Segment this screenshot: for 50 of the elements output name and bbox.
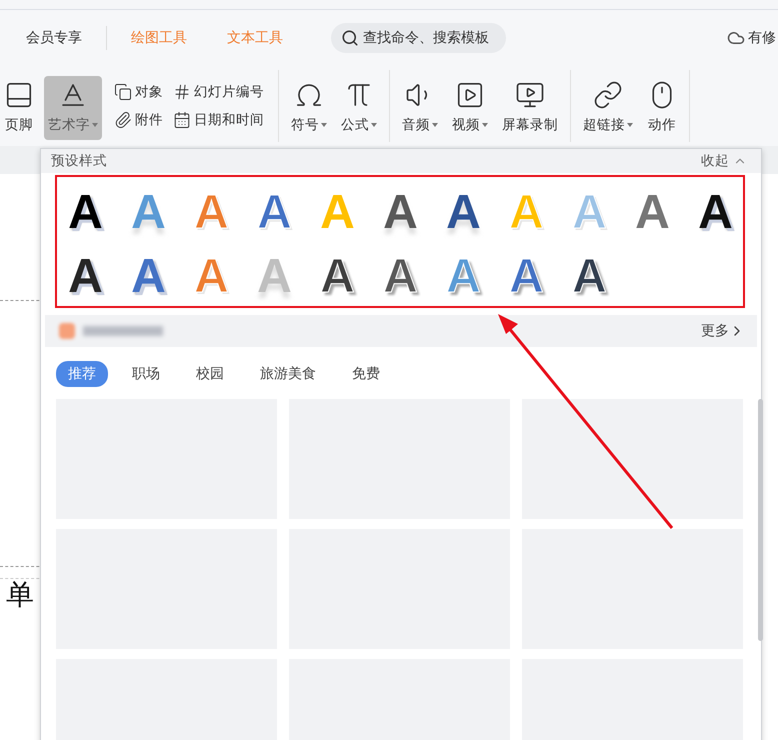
wordart-style[interactable]: A <box>630 187 676 243</box>
search-icon <box>341 29 359 47</box>
ribbon-button[interactable]: 日期和时间 <box>173 111 264 129</box>
wordart-style[interactable]: A <box>692 187 738 243</box>
ribbon-button[interactable]: 超链接 <box>579 76 637 140</box>
monitor-icon <box>515 80 545 110</box>
caret-icon <box>432 123 438 127</box>
caret-icon <box>371 123 377 127</box>
template-card[interactable] <box>522 529 743 649</box>
caret-icon <box>482 123 488 127</box>
ribbon-button[interactable]: 幻灯片编号 <box>173 83 264 101</box>
category-tab[interactable]: 旅游美食 <box>248 361 328 387</box>
more-link[interactable]: 更多 <box>701 322 745 340</box>
search-field[interactable]: 查找命令、搜索模板 <box>331 23 506 53</box>
template-card[interactable] <box>522 399 743 519</box>
wordart-style[interactable]: A <box>62 187 108 243</box>
collapse-link[interactable]: 收起 <box>701 152 747 170</box>
category-tab[interactable]: 校园 <box>184 361 236 387</box>
ribbon-button[interactable]: 视频 <box>448 76 492 140</box>
category-tab[interactable]: 职场 <box>120 361 172 387</box>
slide-text: 单 <box>6 579 34 611</box>
caret-icon <box>92 123 98 127</box>
ribbon-button[interactable]: 页脚 <box>0 76 38 140</box>
footer-icon <box>4 80 34 110</box>
ribbon-button[interactable]: 屏幕录制 <box>498 76 562 140</box>
wordart-style[interactable]: A <box>378 187 424 243</box>
video-icon <box>455 80 485 110</box>
panel-title: 预设样式 <box>51 152 107 170</box>
calendar-icon <box>173 111 191 129</box>
ribbon-button[interactable]: 动作 <box>643 76 681 140</box>
cloud-icon[interactable] <box>727 29 745 47</box>
paperclip-icon <box>114 111 132 129</box>
hash-icon <box>173 83 191 101</box>
sync-status: 有修 <box>748 29 776 47</box>
caret-icon <box>321 123 327 127</box>
object-icon <box>114 83 132 101</box>
ribbon-button[interactable]: 对象 <box>114 83 163 101</box>
wordart-style[interactable]: A <box>126 251 172 307</box>
ribbon-button[interactable]: 附件 <box>114 111 163 129</box>
caret-icon <box>627 123 633 127</box>
ribbon-button[interactable]: 符号 <box>287 76 331 140</box>
category-tab[interactable]: 免费 <box>340 361 392 387</box>
ribbon-button[interactable]: 艺术字 <box>44 76 102 140</box>
category-tab[interactable]: 推荐 <box>56 361 108 387</box>
ribbon-button[interactable]: 公式 <box>337 76 381 140</box>
wordart-style[interactable]: A <box>440 187 486 243</box>
link-icon <box>593 80 623 110</box>
ribbon-button[interactable]: 音频 <box>398 76 442 140</box>
wordart-style[interactable]: A <box>62 251 108 307</box>
menu-tab[interactable]: 会员专享 <box>26 29 82 47</box>
